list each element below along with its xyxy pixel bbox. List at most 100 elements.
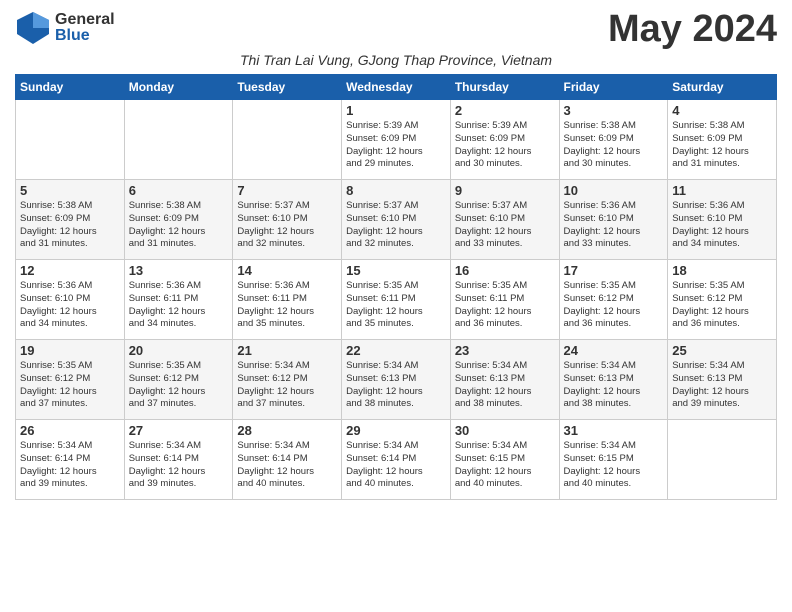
calendar-cell: 26 Sunrise: 5:34 AM Sunset: 6:14 PM Dayli…: [16, 420, 125, 500]
calendar-cell: 23 Sunrise: 5:34 AM Sunset: 6:13 PM Dayli…: [450, 340, 559, 420]
calendar-cell: 29Sunrise: 5:34 AM Sunset: 6:14 PM Dayli…: [342, 420, 451, 500]
day-number: 5: [20, 183, 120, 198]
day-number: 27: [129, 423, 229, 438]
column-header-sunday: Sunday: [16, 75, 125, 100]
logo-general: General: [55, 11, 115, 28]
calendar-cell: [668, 420, 777, 500]
header: General Blue May 2024: [15, 10, 777, 48]
day-number: 6: [129, 183, 229, 198]
column-header-wednesday: Wednesday: [342, 75, 451, 100]
day-info: Sunrise: 5:38 AM Sunset: 6:09 PM Dayligh…: [129, 200, 229, 251]
calendar-cell: 30Sunrise: 5:34 AM Sunset: 6:15 PM Dayli…: [450, 420, 559, 500]
month-title: May 2024: [608, 10, 777, 48]
day-number: 19: [20, 343, 120, 358]
day-info: Sunrise: 5:38 AM Sunset: 6:09 PM Dayligh…: [672, 120, 772, 171]
calendar-cell: 13 Sunrise: 5:36 AM Sunset: 6:11 PM Dayli…: [124, 260, 233, 340]
calendar-cell: 11 Sunrise: 5:36 AM Sunset: 6:10 PM Dayli…: [668, 180, 777, 260]
day-number: 23: [455, 343, 555, 358]
logo: General Blue: [15, 10, 115, 46]
day-number: 31: [564, 423, 664, 438]
calendar-table: SundayMondayTuesdayWednesdayThursdayFrid…: [15, 74, 777, 500]
day-info: Sunrise: 5:35 AM Sunset: 6:12 PM Dayligh…: [20, 360, 120, 411]
day-info: Sunrise: 5:37 AM Sunset: 6:10 PM Dayligh…: [455, 200, 555, 251]
calendar-cell: 4 Sunrise: 5:38 AM Sunset: 6:09 PM Daylig…: [668, 100, 777, 180]
day-number: 13: [129, 263, 229, 278]
calendar-cell: 18 Sunrise: 5:35 AM Sunset: 6:12 PM Dayli…: [668, 260, 777, 340]
day-info: Sunrise: 5:34 AM Sunset: 6:13 PM Dayligh…: [672, 360, 772, 411]
day-number: 20: [129, 343, 229, 358]
calendar-cell: 31 Sunrise: 5:34 AM Sunset: 6:15 PM Dayli…: [559, 420, 668, 500]
calendar-cell: 20Sunrise: 5:35 AM Sunset: 6:12 PM Dayli…: [124, 340, 233, 420]
day-number: 8: [346, 183, 446, 198]
calendar-cell: 25 Sunrise: 5:34 AM Sunset: 6:13 PM Dayli…: [668, 340, 777, 420]
calendar-week-3: 12Sunrise: 5:36 AM Sunset: 6:10 PM Dayli…: [16, 260, 777, 340]
calendar-cell: 10 Sunrise: 5:36 AM Sunset: 6:10 PM Dayli…: [559, 180, 668, 260]
calendar-cell: 21 Sunrise: 5:34 AM Sunset: 6:12 PM Dayli…: [233, 340, 342, 420]
day-info: Sunrise: 5:34 AM Sunset: 6:14 PM Dayligh…: [129, 440, 229, 491]
calendar-cell: 17Sunrise: 5:35 AM Sunset: 6:12 PM Dayli…: [559, 260, 668, 340]
calendar-cell: 24Sunrise: 5:34 AM Sunset: 6:13 PM Dayli…: [559, 340, 668, 420]
day-number: 24: [564, 343, 664, 358]
logo-blue: Blue: [55, 27, 90, 44]
day-number: 30: [455, 423, 555, 438]
day-number: 26: [20, 423, 120, 438]
day-number: 12: [20, 263, 120, 278]
day-info: Sunrise: 5:36 AM Sunset: 6:10 PM Dayligh…: [564, 200, 664, 251]
day-number: 9: [455, 183, 555, 198]
day-number: 16: [455, 263, 555, 278]
day-number: 7: [237, 183, 337, 198]
day-info: Sunrise: 5:35 AM Sunset: 6:12 PM Dayligh…: [672, 280, 772, 331]
day-info: Sunrise: 5:35 AM Sunset: 6:12 PM Dayligh…: [564, 280, 664, 331]
calendar-cell: 12Sunrise: 5:36 AM Sunset: 6:10 PM Dayli…: [16, 260, 125, 340]
calendar-cell: 28 Sunrise: 5:34 AM Sunset: 6:14 PM Dayli…: [233, 420, 342, 500]
day-info: Sunrise: 5:34 AM Sunset: 6:14 PM Dayligh…: [20, 440, 120, 491]
calendar-cell: 2Sunrise: 5:39 AM Sunset: 6:09 PM Daylig…: [450, 100, 559, 180]
day-info: Sunrise: 5:36 AM Sunset: 6:11 PM Dayligh…: [237, 280, 337, 331]
day-number: 11: [672, 183, 772, 198]
day-info: Sunrise: 5:34 AM Sunset: 6:14 PM Dayligh…: [237, 440, 337, 491]
day-number: 18: [672, 263, 772, 278]
day-number: 15: [346, 263, 446, 278]
calendar-cell: 3 Sunrise: 5:38 AM Sunset: 6:09 PM Daylig…: [559, 100, 668, 180]
column-header-saturday: Saturday: [668, 75, 777, 100]
calendar-cell: 19 Sunrise: 5:35 AM Sunset: 6:12 PM Dayli…: [16, 340, 125, 420]
calendar-week-4: 19 Sunrise: 5:35 AM Sunset: 6:12 PM Dayli…: [16, 340, 777, 420]
calendar-cell: 8 Sunrise: 5:37 AM Sunset: 6:10 PM Daylig…: [342, 180, 451, 260]
calendar-cell: 16Sunrise: 5:35 AM Sunset: 6:11 PM Dayli…: [450, 260, 559, 340]
day-info: Sunrise: 5:38 AM Sunset: 6:09 PM Dayligh…: [564, 120, 664, 171]
day-number: 2: [455, 103, 555, 118]
calendar-cell: 22Sunrise: 5:34 AM Sunset: 6:13 PM Dayli…: [342, 340, 451, 420]
calendar-cell: 6 Sunrise: 5:38 AM Sunset: 6:09 PM Daylig…: [124, 180, 233, 260]
calendar-header-row: SundayMondayTuesdayWednesdayThursdayFrid…: [16, 75, 777, 100]
calendar-cell: [124, 100, 233, 180]
logo-text: General Blue: [55, 12, 115, 44]
day-info: Sunrise: 5:34 AM Sunset: 6:13 PM Dayligh…: [455, 360, 555, 411]
logo-icon: [15, 10, 51, 46]
day-number: 21: [237, 343, 337, 358]
day-info: Sunrise: 5:34 AM Sunset: 6:14 PM Dayligh…: [346, 440, 446, 491]
calendar-week-5: 26 Sunrise: 5:34 AM Sunset: 6:14 PM Dayli…: [16, 420, 777, 500]
day-number: 22: [346, 343, 446, 358]
day-number: 10: [564, 183, 664, 198]
day-number: 25: [672, 343, 772, 358]
calendar-cell: [16, 100, 125, 180]
day-info: Sunrise: 5:39 AM Sunset: 6:09 PM Dayligh…: [346, 120, 446, 171]
day-number: 28: [237, 423, 337, 438]
day-number: 1: [346, 103, 446, 118]
calendar-subtitle: Thi Tran Lai Vung, GJong Thap Province, …: [15, 52, 777, 68]
day-number: 14: [237, 263, 337, 278]
day-info: Sunrise: 5:34 AM Sunset: 6:15 PM Dayligh…: [564, 440, 664, 491]
column-header-monday: Monday: [124, 75, 233, 100]
column-header-thursday: Thursday: [450, 75, 559, 100]
day-number: 4: [672, 103, 772, 118]
column-header-tuesday: Tuesday: [233, 75, 342, 100]
day-info: Sunrise: 5:37 AM Sunset: 6:10 PM Dayligh…: [237, 200, 337, 251]
column-header-friday: Friday: [559, 75, 668, 100]
calendar-week-1: 1 Sunrise: 5:39 AM Sunset: 6:09 PM Daylig…: [16, 100, 777, 180]
day-info: Sunrise: 5:36 AM Sunset: 6:11 PM Dayligh…: [129, 280, 229, 331]
day-info: Sunrise: 5:37 AM Sunset: 6:10 PM Dayligh…: [346, 200, 446, 251]
calendar-cell: 9 Sunrise: 5:37 AM Sunset: 6:10 PM Daylig…: [450, 180, 559, 260]
day-number: 3: [564, 103, 664, 118]
day-info: Sunrise: 5:36 AM Sunset: 6:10 PM Dayligh…: [672, 200, 772, 251]
day-info: Sunrise: 5:34 AM Sunset: 6:12 PM Dayligh…: [237, 360, 337, 411]
